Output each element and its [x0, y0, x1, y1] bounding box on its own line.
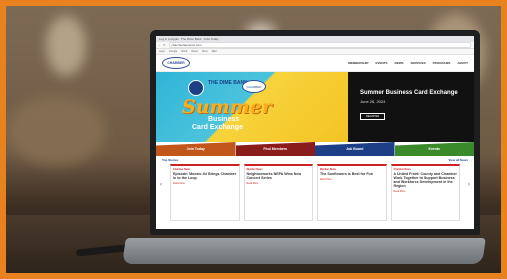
nav-item[interactable]: NEWS: [395, 61, 404, 65]
news-carousel: ‹ Chamber News Episode: Moosic 4U Brings…: [156, 164, 474, 221]
hero-graphic[interactable]: THE DIME BANK CHAMBER Summer Business Ca…: [156, 72, 348, 142]
partner-logo: CHAMBER: [242, 80, 266, 93]
reload-icon[interactable]: ↻: [163, 43, 166, 47]
summer-headline: Summer: [182, 96, 272, 118]
news-category: Chamber News: [173, 168, 191, 171]
browser-tab[interactable]: The Dime Bank: [181, 37, 202, 41]
news-category: Member News: [320, 168, 337, 171]
dime-bank-logo-icon: [188, 80, 204, 96]
hero-banner: THE DIME BANK CHAMBER Summer Business Ca…: [156, 72, 474, 142]
quick-links: Join Today Find Members Job Board Events: [156, 142, 474, 156]
browser-tab[interactable]: Jobs Today: [204, 37, 219, 41]
hero-event-panel: Summer Business Card Exchange June 26, 2…: [348, 72, 474, 142]
read-more-link[interactable]: Read More: [173, 182, 237, 185]
tab-events[interactable]: Events: [394, 142, 474, 156]
nav-item[interactable]: ABOUT: [457, 61, 468, 65]
carousel-next-icon[interactable]: ›: [468, 182, 470, 188]
register-button[interactable]: REGISTER: [360, 113, 386, 120]
news-category: Chamber News: [393, 168, 411, 171]
main-nav: MEMBERSHIP EVENTS NEWS SERVICES PROGRAMS…: [348, 61, 468, 65]
read-more-link[interactable]: Read More: [394, 190, 458, 193]
read-more-link[interactable]: Read More: [320, 178, 384, 181]
url-field[interactable]: chamberlawrence.com: [168, 42, 471, 48]
headline-line-2: Card Exchange: [192, 124, 243, 131]
bookmark-item[interactable]: Docs: [202, 50, 208, 53]
news-card[interactable]: Chamber News A United Front: County and …: [390, 164, 460, 221]
laptop-screen: Log in to Apple The Dime Bank Jobs Today…: [156, 36, 474, 229]
bookmark-item[interactable]: Google: [169, 50, 177, 53]
view-all-news-link[interactable]: View all News: [448, 158, 468, 162]
browser-tab[interactable]: Log in to Apple: [159, 37, 179, 41]
news-title[interactable]: Neighborworks NEPA Wins New Concert Seri…: [247, 172, 311, 180]
bokeh-light: [6, 96, 106, 166]
news-card[interactable]: Chamber News Episode: Moosic 4U Brings C…: [170, 164, 240, 221]
event-title: Summer Business Card Exchange: [360, 90, 458, 96]
nav-item[interactable]: SERVICES: [411, 61, 426, 65]
news-title[interactable]: A United Front: County and Chamber Work …: [394, 172, 458, 188]
tab-job-board[interactable]: Job Board: [315, 142, 395, 156]
news-card[interactable]: Member News The Sunflowers is Best for F…: [317, 164, 387, 221]
bookmark-item[interactable]: Work: [181, 50, 187, 53]
nav-item[interactable]: MEMBERSHIP: [348, 61, 368, 65]
site-header: CHAMBER MEMBERSHIP EVENTS NEWS SERVICES …: [156, 55, 474, 72]
bookmark-item[interactable]: News: [191, 50, 198, 53]
bookmark-item[interactable]: Apps: [159, 50, 165, 53]
chamber-logo[interactable]: CHAMBER: [162, 57, 190, 69]
address-bar: ‹ ↻ chamberlawrence.com: [156, 42, 474, 49]
bokeh-light: [46, 16, 86, 76]
read-more-link[interactable]: Read More: [247, 182, 311, 185]
bookmark-item[interactable]: Mail: [212, 50, 217, 53]
news-heading: Top Stories: [162, 158, 179, 162]
tab-find-members[interactable]: Find Members: [235, 142, 315, 156]
headline-line-1: Business: [208, 116, 240, 123]
news-title[interactable]: Episode: Moosic 4U Brings Chamber in to …: [173, 172, 237, 180]
event-date: June 26, 2024: [360, 99, 386, 104]
news-title[interactable]: The Sunflowers is Best for Fun: [320, 172, 384, 176]
carousel-prev-icon[interactable]: ‹: [160, 182, 162, 188]
nav-item[interactable]: EVENTS: [376, 61, 388, 65]
back-icon[interactable]: ‹: [159, 43, 160, 47]
tab-join-today[interactable]: Join Today: [156, 142, 236, 156]
news-category: Member News: [246, 168, 263, 171]
news-card[interactable]: Member News Neighborworks NEPA Wins New …: [243, 164, 313, 221]
nav-item[interactable]: PROGRAMS: [433, 61, 451, 65]
laptop-keyboard: [122, 238, 486, 264]
news-header: Top Stories View all News: [156, 156, 474, 164]
